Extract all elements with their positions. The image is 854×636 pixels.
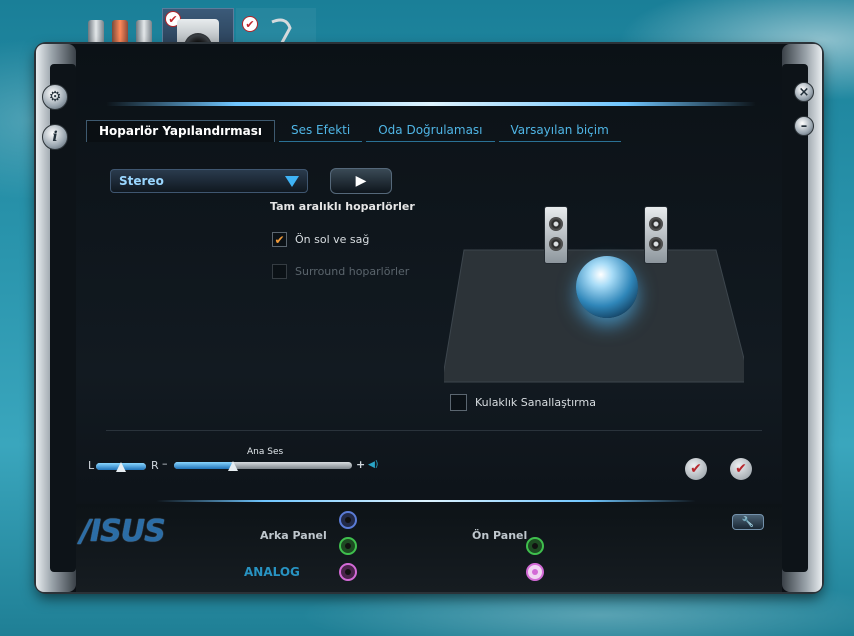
back-mic-in-port[interactable]	[339, 563, 357, 581]
volume-minus-icon: –	[162, 457, 168, 470]
headphone-virtualization-label: Kulaklık Sanallaştırma	[475, 396, 596, 409]
asus-logo: /ISUS	[80, 514, 166, 549]
connector-settings-button[interactable]: 🔧	[732, 514, 764, 530]
surround-row[interactable]: Surround hoparlörler	[272, 264, 409, 279]
wrench-icon: 🔧	[741, 516, 755, 528]
bottom-glow-divider	[156, 500, 696, 502]
balance-slider[interactable]	[96, 462, 146, 472]
minimize-button[interactable]: –	[794, 116, 814, 136]
dropdown-value: Stereo	[119, 174, 164, 188]
tab-speaker-config[interactable]: Hoparlör Yapılandırması	[86, 120, 275, 142]
full-range-label: Tam aralıklı hoparlörler	[270, 200, 415, 213]
surround-label: Surround hoparlörler	[295, 265, 410, 278]
info-button[interactable]: i	[42, 124, 68, 150]
front-lr-label: Ön sol ve sağ	[295, 233, 370, 246]
close-button[interactable]: ×	[794, 82, 814, 102]
tab-bar: Hoparlör Yapılandırması Ses Efekti Oda D…	[86, 120, 625, 142]
front-headphone-port[interactable]	[526, 537, 544, 555]
volume-divider	[106, 430, 762, 431]
close-icon: ×	[798, 84, 810, 100]
tab-default-format[interactable]: Varsayılan biçim	[498, 120, 621, 142]
audio-manager-window: ⚙ i × – Hoparlör Yapılandırması Ses Efek…	[36, 44, 822, 592]
surround-checkbox[interactable]	[272, 264, 287, 279]
main-volume-fill	[174, 462, 233, 469]
apply-button[interactable]: ✔	[685, 458, 707, 480]
balance-right-label: R	[151, 459, 159, 472]
minimize-icon: –	[800, 118, 808, 134]
back-panel-label: Arka Panel	[260, 529, 327, 542]
settings-gear-button[interactable]: ⚙	[42, 84, 68, 110]
headphone-virtualization-checkbox[interactable]	[450, 394, 467, 411]
play-icon: ▶	[355, 173, 367, 189]
listener-position-sphere[interactable]	[576, 256, 638, 318]
tab-room-correction[interactable]: Oda Doğrulaması	[366, 120, 495, 142]
ok-button[interactable]: ✔	[730, 458, 752, 480]
balance-left-label: L	[88, 459, 95, 472]
balance-thumb[interactable]	[116, 462, 126, 472]
headphone-virtualization-row[interactable]: Kulaklık Sanallaştırma	[450, 394, 596, 411]
back-line-in-port[interactable]	[339, 511, 357, 529]
front-lr-row[interactable]: ✔ Ön sol ve sağ	[272, 232, 369, 247]
front-panel-label: Ön Panel	[472, 529, 528, 542]
top-glow-divider	[106, 102, 756, 106]
checkmark-icon: ✔	[274, 232, 285, 247]
front-left-speaker[interactable]	[544, 206, 568, 264]
front-right-speaker[interactable]	[644, 206, 668, 264]
main-volume-slider[interactable]	[174, 461, 352, 471]
front-mic-port[interactable]	[526, 563, 544, 581]
back-line-out-port[interactable]	[339, 537, 357, 555]
speaker-config-dropdown[interactable]: Stereo	[110, 169, 308, 193]
tab-sound-effect[interactable]: Ses Efekti	[278, 120, 363, 142]
volume-plus-icon: +	[356, 458, 366, 471]
speaker-volume-icon[interactable]: ◀)	[368, 460, 378, 470]
gear-icon: ⚙	[48, 89, 62, 105]
front-lr-checkbox[interactable]: ✔	[272, 232, 287, 247]
analog-label: ANALOG	[244, 565, 300, 579]
connector-panel	[76, 504, 782, 592]
info-icon: i	[52, 129, 58, 145]
check-icon: ✔	[690, 461, 702, 477]
main-volume-label: Ana Ses	[247, 447, 284, 457]
chevron-down-icon	[285, 175, 299, 187]
main-volume-thumb[interactable]	[228, 461, 238, 471]
check-icon: ✔	[735, 461, 747, 477]
play-test-button[interactable]: ▶	[330, 168, 392, 194]
